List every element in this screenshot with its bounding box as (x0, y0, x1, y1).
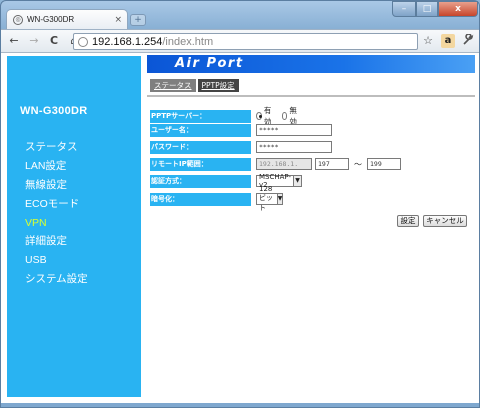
ip-start-input[interactable]: 197 (315, 158, 349, 170)
tab-title: WN-G300DR (27, 15, 75, 24)
chevron-down-icon[interactable]: ▼ (293, 176, 301, 186)
page-favicon-icon: ◎ (13, 14, 23, 25)
username-label: ユーザー名： (150, 123, 251, 137)
airport-logo: Air Port (175, 56, 244, 71)
window-bottom-border (1, 403, 479, 407)
page-viewport: WN-G300DR ステータス LAN設定 無線設定 ECOモード VPN 詳細… (1, 53, 479, 403)
ip-prefix-field: 192.168.1. (256, 158, 312, 170)
password-label: パスワード： (150, 140, 251, 154)
pptp-server-row: PPTPサーバー： 有効 無効 (150, 106, 297, 126)
sidebar: WN-G300DR ステータス LAN設定 無線設定 ECOモード VPN 詳細… (7, 56, 141, 397)
sidebar-item-usb[interactable]: USB (25, 251, 88, 270)
tab-close-icon[interactable]: × (114, 15, 122, 25)
tab-status[interactable]: ステータス (150, 79, 196, 92)
chevron-down-icon[interactable]: ▼ (276, 194, 283, 204)
browser-toolbar: ← → C ⌂ 192.168.1.254 /index.htm ☆ a (1, 29, 479, 53)
tab-pptp[interactable]: PPTP設定 (197, 79, 239, 92)
page-info-icon[interactable] (78, 36, 88, 47)
sub-tabs: ステータス PPTP設定 (150, 79, 239, 92)
remote-ip-row: リモートIP範囲： 192.168.1. 197 ～ 199 (150, 157, 401, 171)
airport-banner: Air Port (147, 55, 475, 73)
password-input[interactable]: ***** (256, 141, 332, 153)
amazon-extension-icon[interactable]: a (441, 34, 455, 48)
auth-method-label: 認証方式： (150, 174, 251, 188)
model-name: WN-G300DR (20, 105, 88, 117)
encryption-row: 暗号化： 128ビット ▼ (150, 185, 284, 212)
encryption-label: 暗号化： (150, 192, 251, 206)
password-row: パスワード： ***** (150, 140, 332, 154)
bookmark-star-icon[interactable]: ☆ (421, 34, 435, 48)
url-path: /index.htm (162, 35, 214, 48)
auth-method-row: 認証方式： MSCHAP-v2 ▼ (150, 173, 302, 189)
ip-end-input[interactable]: 199 (367, 158, 401, 170)
remote-ip-label: リモートIP範囲： (150, 157, 251, 171)
sidebar-item-status[interactable]: ステータス (25, 138, 88, 157)
back-icon[interactable]: ← (7, 34, 21, 48)
wrench-menu-icon[interactable] (461, 33, 475, 48)
url-host: 192.168.1.254 (92, 35, 163, 48)
maximize-button[interactable]: □ (416, 1, 438, 17)
username-row: ユーザー名： ***** (150, 123, 332, 137)
encryption-value: 128ビット (259, 185, 273, 212)
sidebar-item-advanced[interactable]: 詳細設定 (25, 232, 88, 251)
close-window-button[interactable]: x (438, 1, 478, 17)
cancel-button[interactable]: キャンセル (423, 215, 467, 227)
pptp-enable-radio[interactable] (256, 112, 262, 120)
minimize-button[interactable]: – (392, 1, 416, 17)
forward-icon[interactable]: → (27, 34, 41, 48)
reload-icon[interactable]: C (47, 34, 61, 48)
apply-button[interactable]: 設定 (397, 215, 419, 227)
sidebar-item-eco[interactable]: ECOモード (25, 195, 88, 214)
new-tab-button[interactable]: + (130, 14, 146, 26)
sidebar-item-vpn[interactable]: VPN (25, 214, 88, 233)
pptp-disable-radio[interactable] (281, 112, 288, 120)
sidebar-item-lan[interactable]: LAN設定 (25, 157, 88, 176)
window-controls: – □ x (392, 1, 478, 17)
pptp-server-label: PPTPサーバー： (150, 109, 251, 123)
sidebar-menu: ステータス LAN設定 無線設定 ECOモード VPN 詳細設定 USB システ… (25, 138, 88, 289)
sidebar-item-system[interactable]: システム設定 (25, 270, 88, 289)
browser-tab[interactable]: ◎ WN-G300DR × (6, 9, 128, 29)
tab-divider (147, 95, 475, 97)
encryption-select[interactable]: 128ビット ▼ (256, 185, 284, 212)
address-bar[interactable]: 192.168.1.254 /index.htm (73, 33, 418, 50)
username-input[interactable]: ***** (256, 124, 332, 136)
sidebar-item-wireless[interactable]: 無線設定 (25, 176, 88, 195)
ip-range-separator: ～ (354, 159, 362, 169)
